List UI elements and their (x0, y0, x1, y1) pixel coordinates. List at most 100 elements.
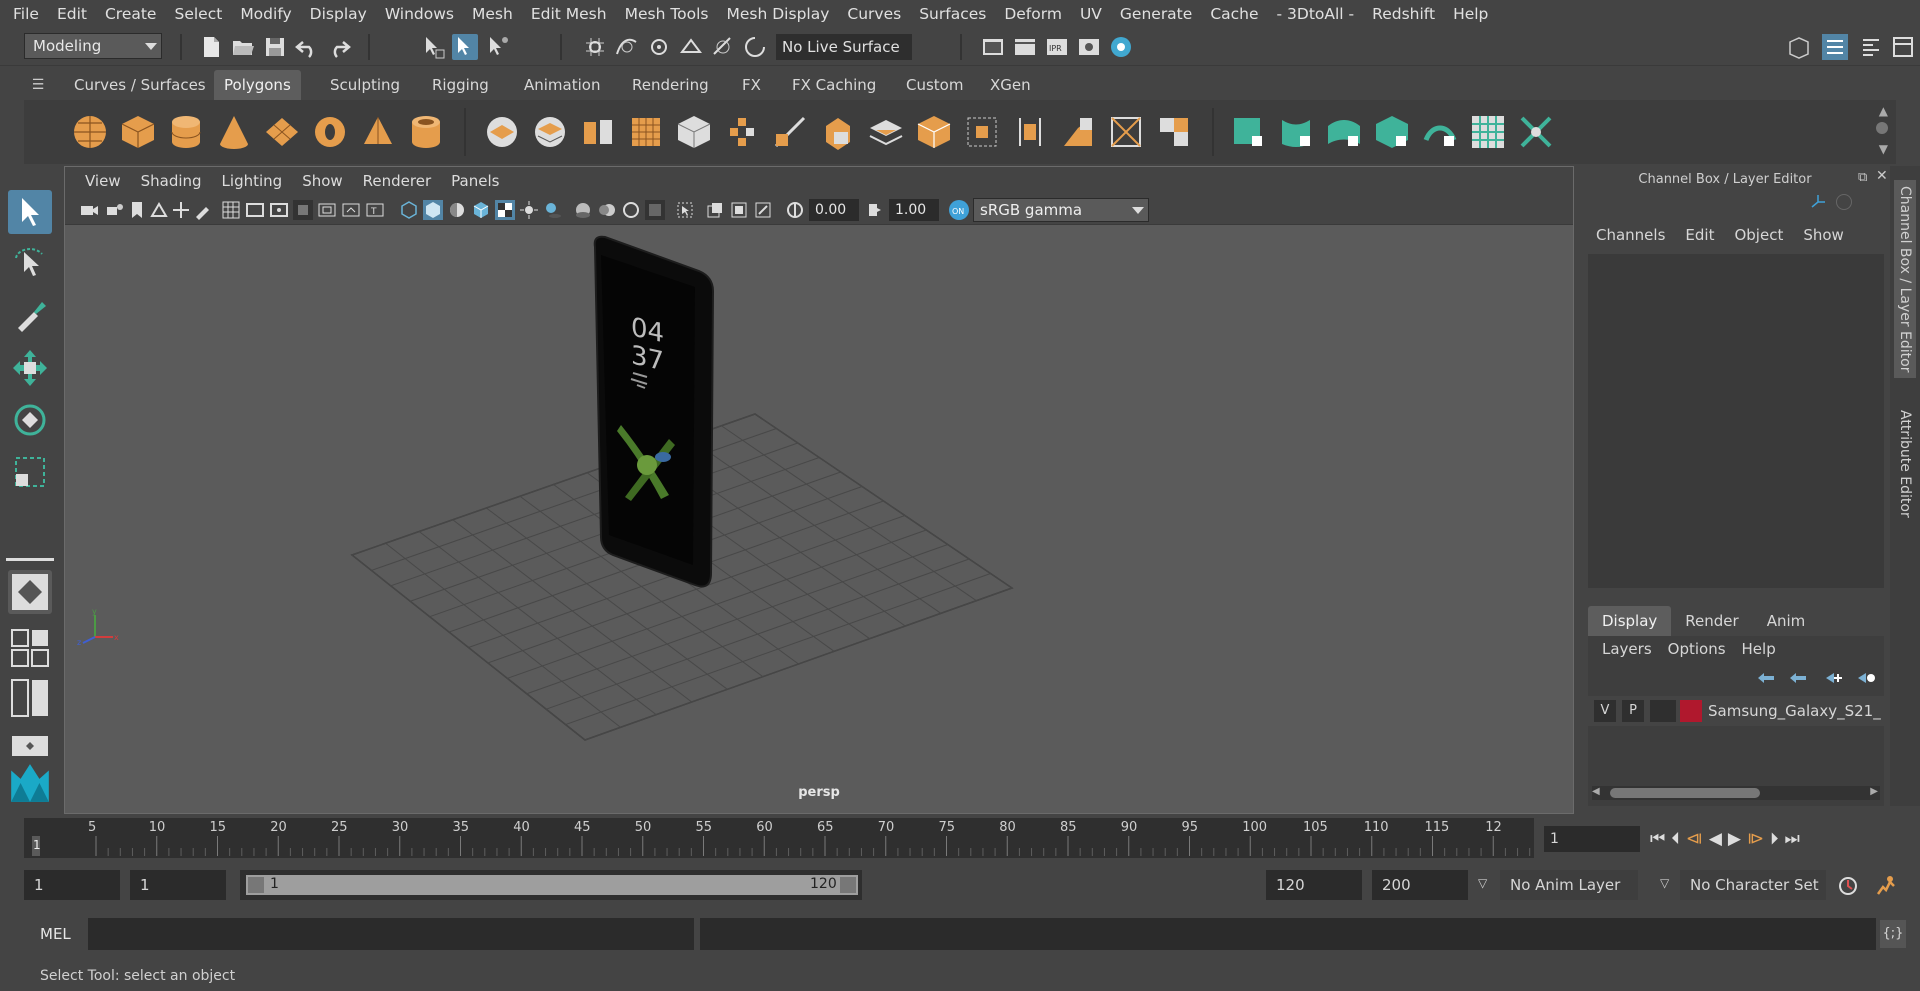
menu-mesh-display[interactable]: Mesh Display (718, 5, 839, 23)
time-slider[interactable]: 5 10 15 20 25 30 35 40 45 50 55 60 65 70 75 80 85 90 95 100… (24, 818, 1534, 858)
move-layer-down-icon[interactable] (1788, 670, 1808, 686)
snap-grid-icon[interactable] (582, 34, 608, 60)
uv-spherical-icon[interactable] (1324, 112, 1364, 152)
step-back-frame-icon[interactable]: ⧏ (1686, 826, 1703, 852)
poly-pipe-icon[interactable] (406, 112, 446, 152)
exposure-field[interactable]: 0.00 (809, 199, 859, 221)
menu-windows[interactable]: Windows (376, 5, 463, 23)
snap-live-icon[interactable] (710, 34, 736, 60)
four-view-icon[interactable] (8, 626, 52, 670)
live-surface-field[interactable]: No Live Surface (776, 34, 912, 60)
select-hierarchy-icon[interactable] (420, 34, 446, 60)
viewport-menu-lighting[interactable]: Lighting (212, 172, 293, 190)
xray-icon[interactable] (705, 200, 725, 220)
menu-help[interactable]: Help (1444, 5, 1497, 23)
resolution-gate-icon[interactable] (269, 200, 289, 220)
bookmark-icon[interactable] (127, 200, 147, 220)
move-layer-up-icon[interactable] (1756, 670, 1776, 686)
menu-redshift[interactable]: Redshift (1363, 5, 1444, 23)
lasso-tool-icon[interactable] (8, 242, 52, 286)
uv-layout-icon[interactable] (1516, 112, 1556, 152)
anim-layer-dropdown[interactable]: No Anim Layer (1500, 870, 1638, 900)
uv-unfold-icon[interactable] (1420, 112, 1460, 152)
layer-visibility-toggle[interactable]: V (1594, 700, 1616, 722)
tab-attribute-editor[interactable]: Attribute Editor (1894, 404, 1916, 524)
poly-plane-icon[interactable] (262, 112, 302, 152)
render-settings-icon[interactable] (1076, 34, 1102, 60)
menu-deform[interactable]: Deform (995, 5, 1071, 23)
safe-action-icon[interactable] (341, 200, 361, 220)
safe-title-icon[interactable]: T (365, 200, 385, 220)
grease-pencil-icon[interactable] (193, 200, 213, 220)
chevron-down-icon[interactable]: ▽ (1478, 876, 1487, 890)
lights-icon[interactable] (519, 200, 539, 220)
mode-dropdown[interactable]: Modeling (24, 33, 162, 59)
layer-display-type[interactable] (1650, 700, 1676, 722)
layer-color-swatch[interactable] (1680, 700, 1702, 722)
play-forward-icon[interactable]: ▶ (1728, 826, 1741, 852)
workspace-icon[interactable] (1786, 34, 1812, 60)
layer-row[interactable]: V P Samsung_Galaxy_S21_ (1588, 696, 1884, 726)
tab-channel-box-layer-editor[interactable]: Channel Box / Layer Editor (1894, 180, 1916, 379)
viewport-menu-show[interactable]: Show (292, 172, 352, 190)
grid-toggle-icon[interactable] (221, 200, 241, 220)
wireframe-on-shaded-icon[interactable] (471, 200, 491, 220)
phone-model[interactable]: 04 37 (593, 235, 715, 588)
bridge-icon[interactable] (914, 112, 954, 152)
outliner-view-icon[interactable] (8, 676, 52, 720)
wireframe-icon[interactable] (399, 200, 419, 220)
scale-tool-icon[interactable] (8, 450, 52, 494)
edit-menu[interactable]: Edit (1675, 226, 1724, 244)
combine-icon[interactable] (482, 112, 522, 152)
film-gate-icon[interactable] (245, 200, 265, 220)
tab-sculpting[interactable]: Sculpting (320, 70, 410, 100)
tab-xgen[interactable]: XGen (980, 70, 1041, 100)
range-start-handle[interactable] (248, 877, 264, 893)
close-icon[interactable]: ✕ (1876, 168, 1888, 184)
separate-icon[interactable] (530, 112, 570, 152)
new-layer-from-selection-icon[interactable] (1856, 670, 1876, 686)
menu-3dtoall[interactable]: - 3DtoAll - (1268, 5, 1364, 23)
select-tool-icon[interactable] (8, 190, 52, 234)
viewport-scene[interactable]: 04 37 (65, 225, 1573, 813)
viewport-menu-renderer[interactable]: Renderer (353, 172, 441, 190)
paint-select-tool-icon[interactable] (8, 294, 52, 338)
tab-custom[interactable]: Custom (896, 70, 973, 100)
textured-icon[interactable] (495, 200, 515, 220)
multi-cut-icon[interactable] (770, 112, 810, 152)
snap-point-icon[interactable] (646, 34, 672, 60)
layer-name[interactable]: Samsung_Galaxy_S21_ (1708, 700, 1884, 722)
default-material-icon[interactable] (447, 200, 467, 220)
poly-sphere-icon[interactable] (70, 112, 110, 152)
tab-rendering[interactable]: Rendering (622, 70, 719, 100)
range-slider-bar[interactable] (246, 875, 858, 895)
new-scene-icon[interactable] (198, 34, 224, 60)
select-object-icon[interactable] (452, 34, 478, 60)
layer-scrollbar[interactable]: ◀ ▶ (1592, 786, 1880, 800)
tab-display-layers[interactable]: Display (1588, 606, 1672, 636)
channel-box-toggle-icon[interactable] (1822, 34, 1848, 60)
open-scene-icon[interactable] (230, 34, 256, 60)
current-frame-field[interactable]: 1 (1544, 826, 1640, 852)
menu-create[interactable]: Create (96, 5, 166, 23)
wedge-icon[interactable] (1058, 112, 1098, 152)
command-input[interactable] (88, 918, 694, 950)
poly-pyramid-icon[interactable] (358, 112, 398, 152)
append-icon[interactable] (962, 112, 1002, 152)
new-layer-icon[interactable] (1824, 670, 1844, 686)
range-slider[interactable]: 1 120 (240, 870, 862, 900)
channel-filter-icon[interactable] (1836, 194, 1852, 210)
gamma-field[interactable]: 1.00 (889, 199, 939, 221)
poly-torus-icon[interactable] (310, 112, 350, 152)
viewport-panel[interactable]: View Shading Lighting Show Renderer Pane… (64, 166, 1574, 814)
tab-fx[interactable]: FX (732, 70, 771, 100)
extract-icon[interactable] (578, 112, 618, 152)
menu-surfaces[interactable]: Surfaces (910, 5, 995, 23)
scene-start-field[interactable]: 1 (24, 870, 120, 900)
options-menu[interactable]: Options (1660, 640, 1734, 658)
rotate-tool-icon[interactable] (8, 398, 52, 442)
move-tool-icon[interactable] (8, 346, 52, 390)
scroll-right-icon[interactable]: ▶ (1870, 786, 1878, 797)
poly-cube-icon[interactable] (118, 112, 158, 152)
menu-modify[interactable]: Modify (231, 5, 300, 23)
